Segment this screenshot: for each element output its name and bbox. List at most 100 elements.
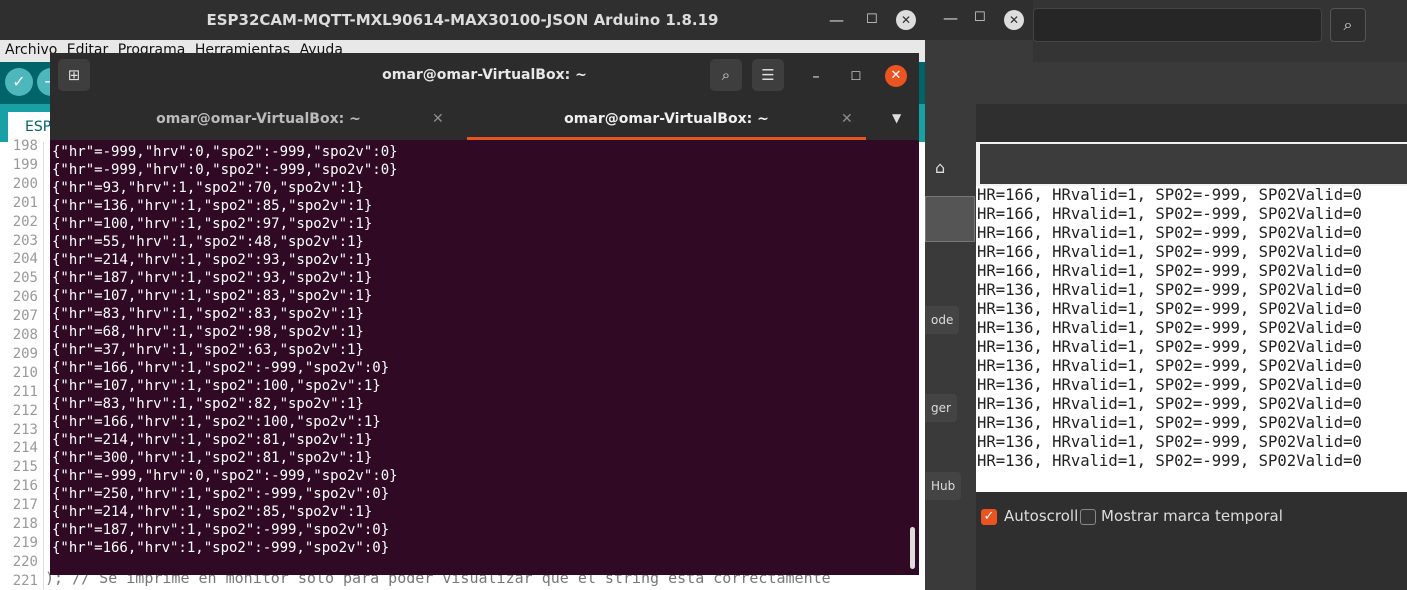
terminal-header-bar: omar@omar-VirtualBox: ~ ⊞ ⌕ ☰ – ☐ ✕ [50, 53, 919, 98]
terminal-line: {"hr"=166,"hrv":1,"spo2":100,"spo2v":1} [52, 414, 381, 430]
line-number: 220 [12, 553, 38, 570]
terminal-line: {"hr"=68,"hrv":1,"spo2":98,"spo2v":1} [52, 324, 364, 340]
line-number: 208 [12, 327, 38, 343]
line-number: 213 [12, 421, 38, 438]
tab-label: omar@omar-VirtualBox: ~ [564, 111, 769, 127]
serial-line: HR=136, HRvalid=1, SP02=-999, SP02Valid=… [977, 395, 1362, 413]
search-input[interactable] [1033, 8, 1322, 42]
autoscroll-checkbox[interactable]: ✓ [981, 509, 997, 525]
maximize-icon[interactable]: ☐ [845, 65, 867, 87]
terminal-line: {"hr"=300,"hrv":1,"spo2":81,"spo2v":1} [52, 450, 373, 466]
line-number: 212 [12, 402, 38, 419]
line-number: 205 [12, 270, 38, 287]
serial-line: HR=166, HRvalid=1, SP02=-999, SP02Valid=… [977, 205, 1362, 223]
terminal-line: {"hr"=55,"hrv":1,"spo2":48,"spo2v":1} [52, 234, 364, 250]
board-icon: ⌂ [935, 158, 946, 177]
side-button-debugger[interactable]: ger [925, 394, 957, 422]
serial-line: HR=136, HRvalid=1, SP02=-999, SP02Valid=… [977, 319, 1362, 337]
line-number: 215 [12, 459, 38, 476]
terminal-tab-2[interactable]: omar@omar-VirtualBox: ~ [467, 98, 866, 140]
terminal-line: {"hr"=-999,"hrv":0,"spo2":-999,"spo2v":0… [52, 144, 398, 160]
terminal-line: {"hr"=166,"hrv":1,"spo2":-999,"spo2v":0} [52, 540, 390, 556]
serial-line: HR=166, HRvalid=1, SP02=-999, SP02Valid=… [977, 186, 1362, 204]
line-number: 209 [12, 345, 38, 362]
tab-close-icon[interactable]: ✕ [432, 98, 444, 140]
line-number: 211 [12, 383, 38, 400]
close-icon[interactable]: ✕ [885, 65, 907, 87]
serial-output: HR=166, HRvalid=1, SP02=-999, SP02Valid=… [976, 186, 1407, 492]
terminal-line: {"hr"=37,"hrv":1,"spo2":63,"spo2v":1} [52, 342, 364, 358]
serial-line: HR=166, HRvalid=1, SP02=-999, SP02Valid=… [977, 262, 1362, 280]
line-number: 214 [12, 440, 38, 457]
terminal-window: omar@omar-VirtualBox: ~ ⊞ ⌕ ☰ – ☐ ✕ omar… [50, 53, 919, 575]
maximize-icon[interactable]: ☐ [866, 0, 878, 40]
terminal-title: omar@omar-VirtualBox: ~ [382, 67, 587, 83]
terminal-line: {"hr"=107,"hrv":1,"spo2":100,"spo2v":1} [52, 378, 381, 394]
tab-label: omar@omar-VirtualBox: ~ [156, 111, 361, 127]
serial-line: HR=136, HRvalid=1, SP02=-999, SP02Valid=… [977, 300, 1362, 318]
terminal-line: {"hr"=100,"hrv":1,"spo2":97,"spo2v":1} [52, 216, 373, 232]
terminal-line: {"hr"=93,"hrv":1,"spo2":70,"spo2v":1} [52, 180, 364, 196]
line-number: 204 [12, 251, 38, 268]
side-button-hub[interactable]: Hub [925, 472, 962, 500]
terminal-tab-1[interactable]: omar@omar-VirtualBox: ~ [50, 98, 467, 140]
line-number: 200 [12, 175, 38, 192]
line-number: 201 [12, 194, 38, 211]
arduino-window-title: ESP32CAM-MQTT-MXL90614-MAX30100-JSON Ard… [206, 11, 719, 29]
serial-monitor-window: HR=166, HRvalid=1, SP02=-999, SP02Valid=… [976, 104, 1407, 590]
minimize-icon[interactable]: — [943, 9, 958, 27]
terminal-line: {"hr"=107,"hrv":1,"spo2":83,"spo2v":1} [52, 288, 373, 304]
terminal-line: {"hr"=-999,"hrv":0,"spo2":-999,"spo2v":0… [52, 162, 398, 178]
line-number: 218 [12, 516, 38, 532]
terminal-tab-bar: omar@omar-VirtualBox: ~ ✕ omar@omar-Virt… [50, 98, 919, 140]
terminal-line: {"hr"=136,"hrv":1,"spo2":85,"spo2v":1} [52, 198, 373, 214]
new-tab-icon[interactable]: ⊞ [58, 59, 90, 91]
line-number: 203 [12, 232, 38, 249]
terminal-line: {"hr"=214,"hrv":1,"spo2":81,"spo2v":1} [52, 432, 373, 448]
serial-line: HR=136, HRvalid=1, SP02=-999, SP02Valid=… [977, 357, 1362, 375]
serial-monitor-header [976, 104, 1407, 142]
line-number: 199 [12, 156, 38, 173]
line-number: 217 [12, 497, 38, 514]
terminal-line: {"hr"=250,"hrv":1,"spo2":-999,"spo2v":0} [52, 486, 390, 502]
serial-monitor-area: — ☐ ✕ ⌕ ode ger Hub ⌂ HR=166, HRvalid=1,… [925, 0, 1407, 590]
gutter-divider [43, 142, 44, 590]
search-icon[interactable]: ⌕ [1330, 8, 1366, 42]
minimize-icon[interactable]: — [829, 0, 844, 40]
maximize-icon[interactable]: ☐ [974, 10, 986, 25]
timestamp-label: Mostrar marca temporal [1101, 507, 1283, 525]
timestamp-checkbox[interactable] [1080, 509, 1096, 525]
side-button-code[interactable]: ode [925, 306, 960, 334]
serial-send-input[interactable] [980, 144, 1407, 184]
serial-monitor-footer: ✓ Autoscroll Mostrar marca temporal [976, 492, 1407, 590]
search-icon[interactable]: ⌕ [710, 59, 742, 91]
close-icon[interactable]: ✕ [896, 10, 916, 30]
verify-button[interactable]: ✓ [5, 68, 33, 96]
serial-line: HR=136, HRvalid=1, SP02=-999, SP02Valid=… [977, 338, 1362, 356]
terminal-line: {"hr"=83,"hrv":1,"spo2":83,"spo2v":1} [52, 306, 364, 322]
serial-line: HR=166, HRvalid=1, SP02=-999, SP02Valid=… [977, 224, 1362, 242]
line-number: 206 [12, 289, 38, 306]
line-number: 216 [12, 478, 38, 495]
serial-line: HR=136, HRvalid=1, SP02=-999, SP02Valid=… [977, 376, 1362, 394]
serial-line: HR=136, HRvalid=1, SP02=-999, SP02Valid=… [977, 281, 1362, 299]
tab-close-icon[interactable]: ✕ [841, 98, 853, 140]
serial-line: HR=136, HRvalid=1, SP02=-999, SP02Valid=… [977, 452, 1362, 470]
minimize-icon[interactable]: – [805, 65, 827, 87]
terminal-line: {"hr"=-999,"hrv":0,"spo2":-999,"spo2v":0… [52, 468, 398, 484]
terminal-line: {"hr"=166,"hrv":1,"spo2":-999,"spo2v":0} [52, 360, 390, 376]
window-title-bar: — ☐ ✕ [925, 0, 1033, 40]
serial-line: HR=136, HRvalid=1, SP02=-999, SP02Valid=… [977, 414, 1362, 432]
terminal-output[interactable]: {"hr"=-999,"hrv":0,"spo2":-999,"spo2v":0… [50, 140, 919, 575]
line-number: 198 [12, 138, 38, 154]
close-icon[interactable]: ✕ [1004, 10, 1024, 30]
hamburger-menu-icon[interactable]: ☰ [752, 59, 784, 91]
chevron-down-icon[interactable]: ▼ [892, 111, 901, 125]
scrollbar-thumb[interactable] [910, 527, 915, 569]
line-number: 202 [12, 213, 38, 230]
line-number: 221 [12, 572, 38, 589]
board-image [925, 196, 975, 242]
terminal-line: {"hr"=187,"hrv":1,"spo2":93,"spo2v":1} [52, 270, 373, 286]
line-number: 210 [12, 364, 38, 381]
terminal-line: {"hr"=187,"hrv":1,"spo2":-999,"spo2v":0} [52, 522, 390, 538]
